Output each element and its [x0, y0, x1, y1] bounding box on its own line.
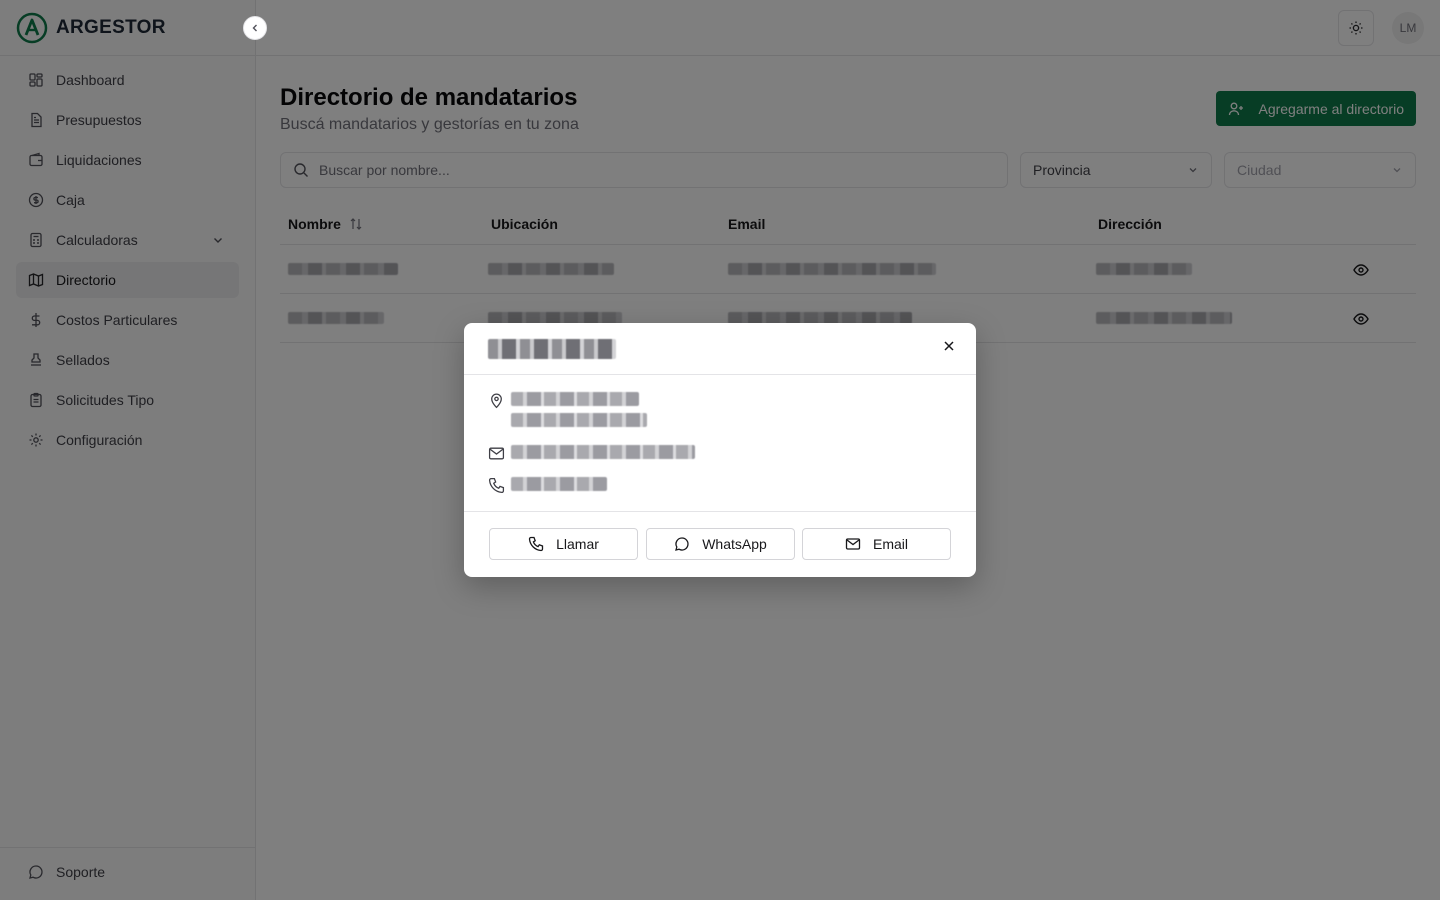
email-button-label: Email — [872, 536, 908, 552]
call-button-label: Llamar — [556, 536, 599, 552]
close-icon — [944, 341, 954, 351]
chat-icon — [675, 537, 689, 551]
whatsapp-button-label: WhatsApp — [702, 536, 767, 552]
redacted-email — [511, 445, 695, 459]
mail-icon — [488, 447, 505, 460]
location-row — [488, 392, 647, 427]
redacted-line — [511, 392, 639, 406]
redacted-phone — [511, 477, 607, 491]
location-pin-icon — [491, 393, 502, 409]
mail-icon — [845, 538, 861, 550]
whatsapp-button[interactable]: WhatsApp — [646, 528, 795, 560]
redacted-line — [511, 413, 647, 427]
email-button[interactable]: Email — [802, 528, 951, 560]
phone-row — [488, 477, 607, 494]
close-button[interactable] — [938, 335, 960, 357]
collapse-sidebar-button[interactable] — [243, 16, 267, 40]
redacted-dialog-title — [488, 339, 616, 359]
call-button[interactable]: Llamar — [489, 528, 638, 560]
email-row — [488, 445, 695, 462]
divider — [464, 511, 976, 512]
redacted-location — [511, 392, 647, 427]
divider — [464, 374, 976, 375]
phone-icon — [488, 477, 505, 494]
phone-icon — [528, 536, 544, 552]
chevron-left-icon — [252, 24, 257, 32]
contact-dialog: Llamar WhatsApp Email — [464, 323, 976, 577]
